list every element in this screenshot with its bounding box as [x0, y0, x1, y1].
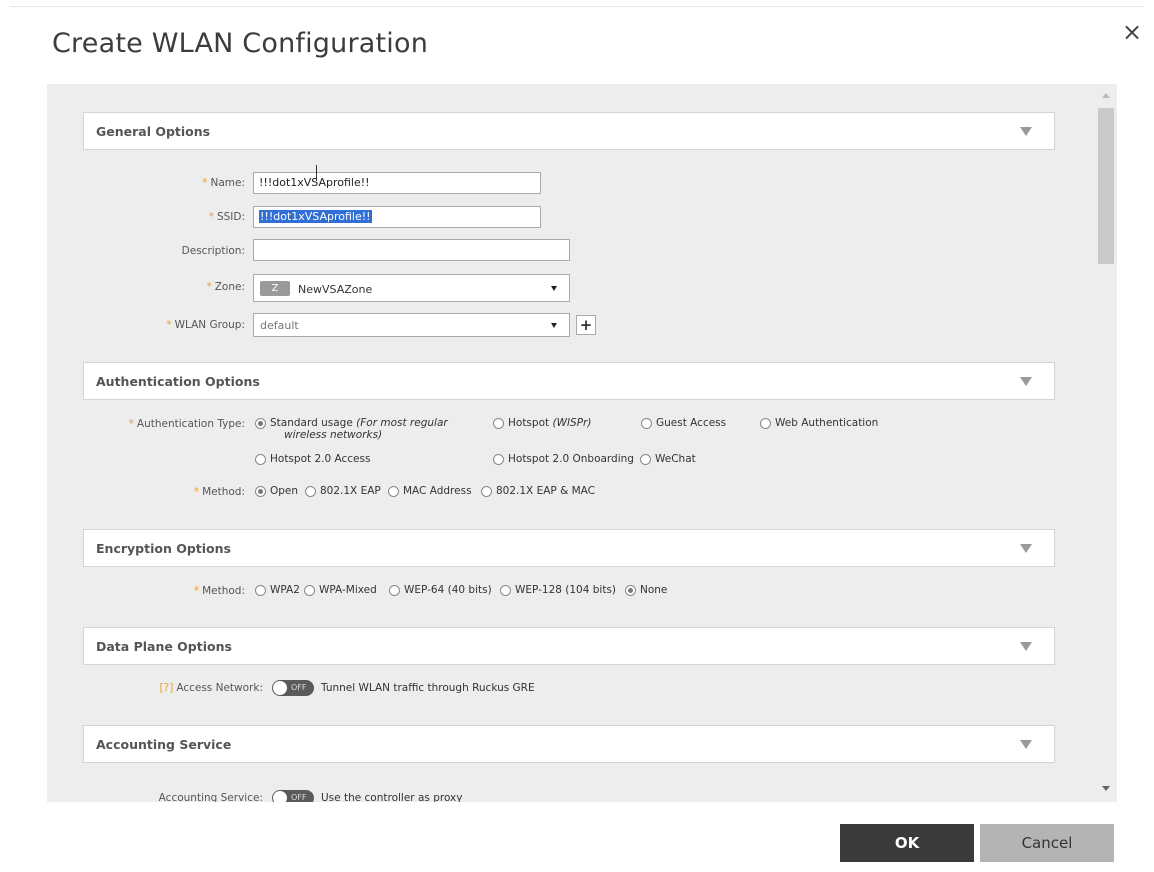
- cancel-button[interactable]: Cancel: [980, 824, 1114, 862]
- enc-method-none[interactable]: None: [625, 584, 667, 596]
- radio[interactable]: [500, 585, 511, 596]
- access-network-text: Tunnel WLAN traffic through Ruckus GRE: [321, 682, 535, 694]
- radio[interactable]: [641, 418, 652, 429]
- radio[interactable]: [305, 486, 316, 497]
- ssid-input[interactable]: !!!dot1xVSAprofile!!: [253, 206, 541, 228]
- radio[interactable]: [493, 454, 504, 465]
- accounting-service-header[interactable]: Accounting Service: [83, 725, 1055, 763]
- scroll-down-icon[interactable]: [1102, 786, 1110, 791]
- ok-button[interactable]: OK: [840, 824, 974, 862]
- section-title: Encryption Options: [96, 541, 231, 556]
- encryption-options-header[interactable]: Encryption Options: [83, 529, 1055, 567]
- auth-type-standard[interactable]: Standard usage (For most regular wireless…: [255, 417, 448, 441]
- toggle-knob: [273, 791, 287, 802]
- toggle-knob: [273, 681, 287, 695]
- radio[interactable]: [481, 486, 492, 497]
- general-options-header[interactable]: General Options: [83, 112, 1055, 150]
- radio[interactable]: [255, 454, 266, 465]
- auth-type-guest[interactable]: Guest Access: [641, 417, 726, 429]
- zone-select[interactable]: Z NewVSAZone: [253, 274, 570, 302]
- radio[interactable]: [255, 585, 266, 596]
- section-title: Accounting Service: [96, 737, 232, 752]
- data-plane-options-header[interactable]: Data Plane Options: [83, 627, 1055, 665]
- close-icon[interactable]: ×: [1122, 20, 1142, 44]
- caret-down-icon[interactable]: [1020, 544, 1032, 553]
- caret-down-icon[interactable]: [1020, 377, 1032, 386]
- section-title: General Options: [96, 124, 211, 139]
- vertical-scrollbar[interactable]: [1095, 84, 1117, 802]
- radio[interactable]: [389, 585, 400, 596]
- dialog-title: Create WLAN Configuration: [52, 28, 429, 59]
- auth-type-hotspot[interactable]: Hotspot (WISPr): [493, 417, 591, 429]
- scroll-up-icon[interactable]: [1102, 93, 1110, 98]
- caret-down-icon[interactable]: [1020, 642, 1032, 651]
- wlan-group-value: default: [260, 319, 299, 332]
- accounting-service-toggle[interactable]: OFF: [272, 790, 314, 802]
- ssid-label: * SSID:: [208, 211, 245, 223]
- accounting-service-text: Use the controller as proxy: [321, 792, 463, 802]
- toggle-state: OFF: [291, 793, 307, 802]
- radio-selected[interactable]: [255, 418, 266, 429]
- auth-type-web[interactable]: Web Authentication: [760, 417, 878, 429]
- auth-type-hotspot20-onboarding[interactable]: Hotspot 2.0 Onboarding: [493, 453, 634, 465]
- description-label: Description:: [181, 245, 245, 257]
- section-title: Data Plane Options: [96, 639, 232, 654]
- accounting-service-label: Accounting Service:: [158, 792, 263, 802]
- auth-method-8021x[interactable]: 802.1X EAP: [305, 485, 381, 497]
- add-wlan-group-button[interactable]: +: [576, 315, 596, 335]
- radio[interactable]: [388, 486, 399, 497]
- chevron-down-icon: [551, 323, 557, 328]
- scroll-thumb[interactable]: [1098, 108, 1114, 264]
- description-input[interactable]: [253, 239, 570, 261]
- auth-type-label: * Authentication Type:: [128, 418, 245, 430]
- zone-chip: Z: [260, 281, 290, 296]
- auth-method-label: * Method:: [193, 486, 245, 498]
- enc-method-wpa2[interactable]: WPA2: [255, 584, 300, 596]
- top-divider: [10, 6, 1144, 7]
- chevron-down-icon: [551, 286, 557, 291]
- caret-down-icon[interactable]: [1020, 127, 1032, 136]
- auth-type-wechat[interactable]: WeChat: [640, 453, 696, 465]
- access-network-label: [?] Access Network:: [159, 682, 263, 694]
- enc-method-wep128[interactable]: WEP-128 (104 bits): [500, 584, 616, 596]
- zone-label: * Zone:: [206, 281, 245, 293]
- toggle-state: OFF: [291, 683, 307, 692]
- radio[interactable]: [304, 585, 315, 596]
- radio[interactable]: [493, 418, 504, 429]
- name-label: * Name:: [202, 177, 245, 189]
- auth-method-open[interactable]: Open: [255, 485, 298, 497]
- wlan-group-select[interactable]: default: [253, 313, 570, 337]
- radio-selected[interactable]: [625, 585, 636, 596]
- enc-method-wpa-mixed[interactable]: WPA-Mixed: [304, 584, 377, 596]
- radio[interactable]: [640, 454, 651, 465]
- text-cursor-icon: [316, 165, 317, 181]
- enc-method-wep64[interactable]: WEP-64 (40 bits): [389, 584, 492, 596]
- wlan-group-label: * WLAN Group:: [166, 319, 245, 331]
- radio-selected[interactable]: [255, 486, 266, 497]
- authentication-options-header[interactable]: Authentication Options: [83, 362, 1055, 400]
- name-input[interactable]: !!!dot1xVSAprofile!!: [253, 172, 541, 194]
- section-title: Authentication Options: [96, 374, 260, 389]
- radio[interactable]: [760, 418, 771, 429]
- form-panel: General Options * Name: !!!dot1xVSAprofil…: [47, 84, 1117, 802]
- auth-method-8021x-mac[interactable]: 802.1X EAP & MAC: [481, 485, 595, 497]
- access-network-toggle[interactable]: OFF: [272, 680, 314, 696]
- auth-method-mac[interactable]: MAC Address: [388, 485, 472, 497]
- auth-type-hotspot20[interactable]: Hotspot 2.0 Access: [255, 453, 370, 465]
- enc-method-label: * Method:: [193, 585, 245, 597]
- caret-down-icon[interactable]: [1020, 740, 1032, 749]
- zone-value: NewVSAZone: [298, 283, 373, 296]
